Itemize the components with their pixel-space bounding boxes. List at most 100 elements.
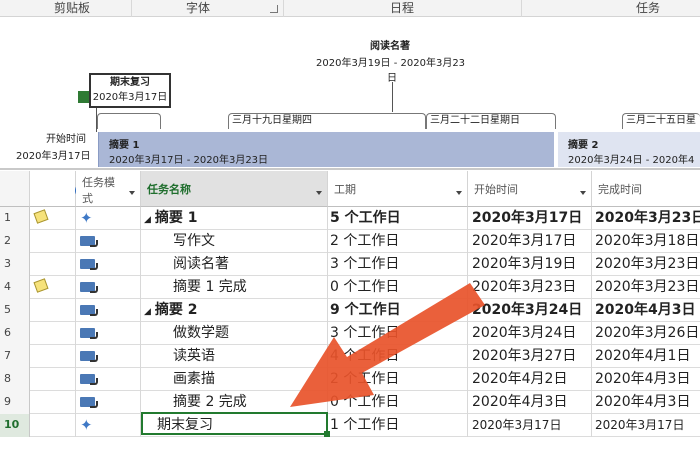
finish-cell[interactable]: 2020年3月18日 [592,230,700,253]
finish-cell[interactable]: 2020年4月1日 [592,345,700,368]
duration-cell[interactable]: 0 个工作日 [328,276,468,299]
table-row[interactable]: 8 画素描 2 个工作日 2020年4月2日 2020年4月3日 [0,368,700,391]
table-row[interactable]: 3 阅读名著 3 个工作日 2020年3月19日 2020年3月23日 [0,253,700,276]
task-mode-cell[interactable] [76,299,141,322]
start-cell[interactable]: 2020年3月24日 [468,322,592,345]
font-dialog-launcher-icon[interactable] [270,5,278,13]
duration-cell[interactable]: 5 个工作日 [328,207,468,230]
table-row[interactable]: 4 摘要 1 完成 0 个工作日 2020年3月23日 2020年3月23日 [0,276,700,299]
task-mode-cell[interactable] [76,391,141,414]
table-row[interactable]: 9 摘要 2 完成 0 个工作日 2020年4月3日 2020年4月3日 [0,391,700,414]
task-name-cell[interactable]: 读英语 [141,345,328,368]
duration-cell[interactable]: 9 个工作日 [328,299,468,322]
finish-cell[interactable]: 2020年4月3日 [592,299,700,322]
start-cell[interactable]: 2020年4月2日 [468,368,592,391]
task-name-cell[interactable]: ◢ 摘要 1 [141,207,328,230]
task-name-cell[interactable]: ◢ 摘要 2 [141,299,328,322]
task-mode-cell[interactable] [76,230,141,253]
note-icon[interactable] [33,209,49,224]
summary-1-bar[interactable]: 摘要 1 2020年3月17日 - 2020年3月23日 [98,132,554,167]
timeline-divider[interactable] [0,168,700,170]
callout-title: 期末复习 [110,77,150,88]
summary-2-bar[interactable]: 摘要 2 2020年3月24日 - 2020年4 [558,132,700,167]
table-row[interactable]: 10 ✦ 期末复习 1 个工作日 2020年3月17日 2020年3月17日 [0,414,700,437]
row-number[interactable]: 2 [0,230,30,253]
header-start[interactable]: 开始时间 [468,171,592,207]
header-finish[interactable]: 完成时间 [592,171,700,207]
duration-cell[interactable]: 3 个工作日 [328,322,468,345]
duration-cell[interactable]: 3 个工作日 [328,253,468,276]
finish-cell[interactable]: 2020年3月23日 [592,207,700,230]
task-mode-cell[interactable] [76,368,141,391]
task-name-cell[interactable]: 写作文 [141,230,328,253]
table-row[interactable]: 2 写作文 2 个工作日 2020年3月17日 2020年3月18日 [0,230,700,253]
chevron-down-icon[interactable] [129,191,135,195]
milestone-connector [392,82,393,112]
finish-cell[interactable]: 2020年4月3日 [592,391,700,414]
task-name-cell[interactable]: 做数学题 [141,322,328,345]
duration-cell[interactable]: 2 个工作日 [328,368,468,391]
duration-cell[interactable]: 0 个工作日 [328,391,468,414]
start-cell[interactable]: 2020年3月17日 [468,207,592,230]
finish-cell[interactable]: 2020年3月23日 [592,253,700,276]
start-cell[interactable]: 2020年3月17日 [468,230,592,253]
task-name-cell[interactable]: 阅读名著 [141,253,328,276]
task-name-cell[interactable]: 画素描 [141,368,328,391]
header-task-name-label: 任务名称 [147,183,191,196]
duration-cell[interactable]: 2 个工作日 [328,230,468,253]
table-row[interactable]: 5 ◢ 摘要 2 9 个工作日 2020年3月24日 2020年4月3日 [0,299,700,322]
start-cell[interactable]: 2020年4月3日 [468,391,592,414]
indicator-cell [30,230,76,253]
indicator-cell [30,391,76,414]
header-task-mode[interactable]: 任务模 式 [76,171,141,207]
row-number[interactable]: 3 [0,253,30,276]
header-duration[interactable]: 工期 [328,171,468,207]
task-mode-cell[interactable]: ✦ [76,207,141,230]
row-number[interactable]: 1 [0,207,30,230]
chevron-down-icon[interactable] [316,191,322,195]
task-mode-cell[interactable] [76,276,141,299]
row-number[interactable]: 4 [0,276,30,299]
row-number[interactable]: 6 [0,322,30,345]
duration-cell[interactable]: 1 个工作日 [328,414,468,437]
timeline-view[interactable]: 阅读名著 2020年3月19日 - 2020年3月23 日 期末复习 2020年… [0,18,700,170]
summary-2-bar-title: 摘要 2 [568,140,599,151]
collapse-triangle-icon[interactable]: ◢ [144,209,151,230]
start-cell[interactable]: 2020年3月24日 [468,299,592,322]
timeline-callout[interactable]: 期末复习 2020年3月17日 [89,73,171,108]
note-icon[interactable] [33,278,49,293]
finish-cell[interactable]: 2020年4月3日 [592,368,700,391]
header-task-name[interactable]: 任务名称 [141,171,328,207]
auto-schedule-icon [80,259,98,270]
header-indicators[interactable]: i [30,171,90,207]
select-all-corner[interactable] [0,171,30,207]
finish-cell[interactable]: 2020年3月26日 [592,322,700,345]
collapse-triangle-icon[interactable]: ◢ [144,301,151,322]
row-number[interactable]: 5 [0,299,30,322]
fill-handle[interactable] [324,431,330,437]
row-number[interactable]: 10 [0,414,30,437]
task-grid[interactable]: i 任务模 式 任务名称 工期 开始时间 完成时间 1 ✦ ◢摘要 1 5 个工… [0,171,700,450]
finish-cell[interactable]: 2020年3月23日 [592,276,700,299]
start-cell[interactable]: 2020年3月27日 [468,345,592,368]
task-mode-cell[interactable] [76,253,141,276]
table-row[interactable]: 7 读英语 4 个工作日 2020年3月27日 2020年4月1日 [0,345,700,368]
chevron-down-icon[interactable] [580,191,586,195]
start-cell[interactable]: 2020年3月17日 [468,414,592,437]
task-mode-cell[interactable]: ✦ [76,414,141,437]
finish-cell[interactable]: 2020年3月17日 [592,414,700,437]
row-number[interactable]: 7 [0,345,30,368]
start-cell[interactable]: 2020年3月19日 [468,253,592,276]
duration-cell[interactable]: 4 个工作日 [328,345,468,368]
task-mode-cell[interactable] [76,322,141,345]
task-mode-cell[interactable] [76,345,141,368]
start-cell[interactable]: 2020年3月23日 [468,276,592,299]
task-name-cell[interactable]: 摘要 1 完成 [141,276,328,299]
table-row[interactable]: 6 做数学题 3 个工作日 2020年3月24日 2020年3月26日 [0,322,700,345]
table-row[interactable]: 1 ✦ ◢ 摘要 1 5 个工作日 2020年3月17日 2020年3月23日 [0,207,700,230]
row-number[interactable]: 9 [0,391,30,414]
timeline-start-label: 开始时间 [46,134,86,145]
chevron-down-icon[interactable] [456,191,462,195]
task-name-cell[interactable]: 摘要 2 完成 [141,391,328,414]
row-number[interactable]: 8 [0,368,30,391]
